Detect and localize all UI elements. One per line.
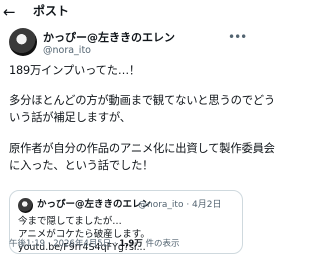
tweet-text-line: 189万インプいってた…！ bbox=[9, 64, 141, 77]
tweet-text-line: いう話が補足しますが、 bbox=[9, 111, 131, 124]
view-label: 件の表示 bbox=[142, 239, 180, 249]
more-options-icon[interactable]: ••• bbox=[228, 31, 247, 43]
tweet-text-line: 多分ほとんどの方が動画まで観てないと思うのでどう bbox=[9, 94, 275, 107]
post-timestamp[interactable]: 午後1:19 · 2026年4月5日 · bbox=[9, 239, 119, 249]
arrow-left-icon[interactable]: ← bbox=[3, 4, 16, 20]
quote-text-line: 今まで隠してましたが… bbox=[18, 216, 122, 227]
quote-meta: @nora_ito · 4月2日 bbox=[138, 200, 222, 210]
post-timestamp-line: 午後1:19 · 2026年4月5日 · 1.9万 件の表示 bbox=[9, 238, 180, 250]
author-display-name[interactable]: かっぴー@左ききのエレン bbox=[43, 31, 175, 44]
quote-author-name: かっぴー@左ききのエレン bbox=[37, 199, 152, 210]
tweet-text-line: に入った、という話でした！ bbox=[9, 159, 154, 172]
quote-avatar bbox=[18, 198, 33, 213]
page-title: ポスト bbox=[33, 4, 70, 18]
author-handle[interactable]: @nora_ito bbox=[43, 45, 91, 56]
view-count: 1.9万 bbox=[119, 239, 143, 249]
tweet-text-line: 原作者が自分の作品のアニメ化に出資して製作委員会 bbox=[9, 142, 275, 155]
avatar[interactable] bbox=[9, 28, 37, 56]
top-bar: ← ポスト bbox=[0, 0, 250, 26]
